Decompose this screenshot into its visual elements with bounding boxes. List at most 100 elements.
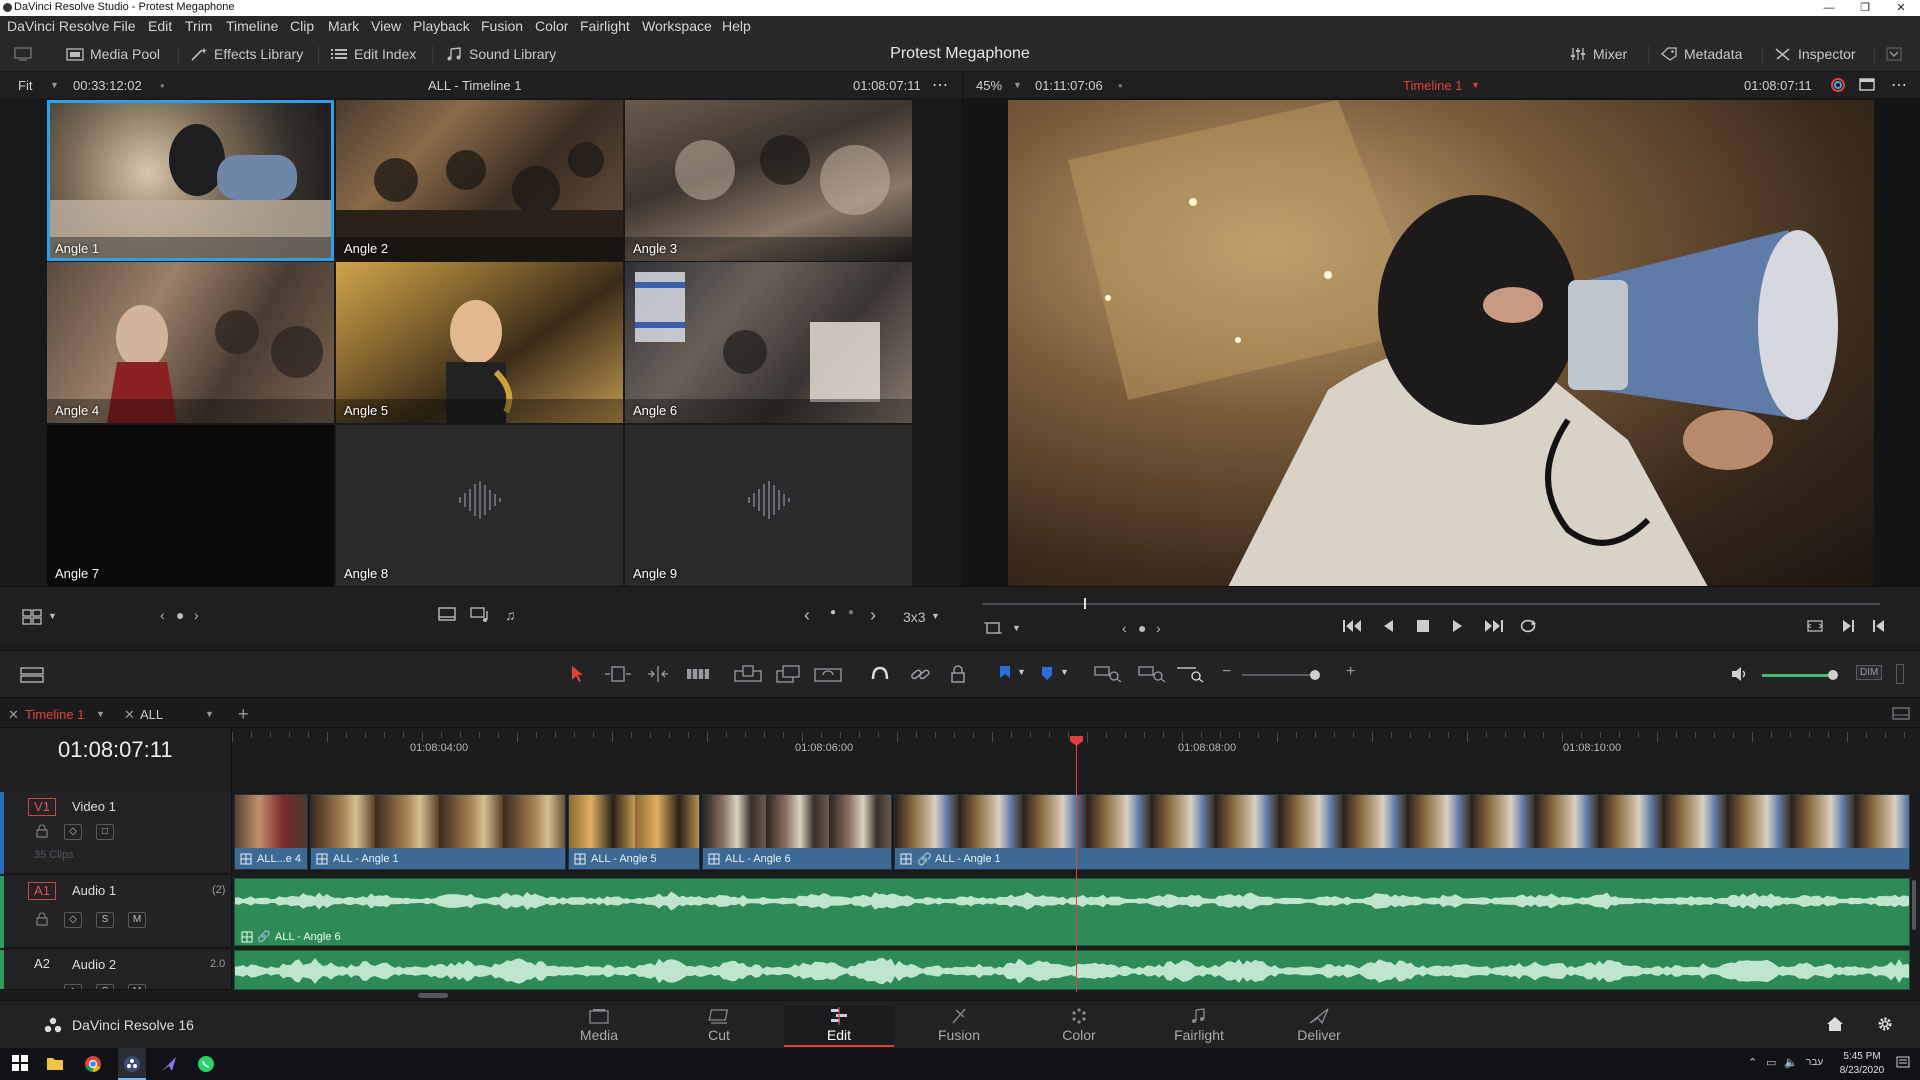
windows-start-icon[interactable] — [12, 1055, 30, 1073]
page-fusion[interactable]: Fusion — [904, 1005, 1014, 1047]
page-edit[interactable]: Edit — [784, 1005, 894, 1047]
play-icon[interactable] — [1452, 619, 1464, 633]
menu-playback[interactable]: Playback — [413, 18, 470, 34]
close-tab-icon[interactable]: ✕ — [124, 707, 135, 723]
media-pool-button[interactable]: Media Pool — [66, 44, 160, 64]
sound-library-button[interactable]: Sound Library — [445, 44, 556, 64]
menu-view[interactable]: View — [371, 18, 401, 34]
davinci-resolve-taskbar-icon[interactable] — [123, 1055, 141, 1073]
video-clip[interactable]: ALL - Angle 6 — [702, 794, 892, 870]
source-viewer-title[interactable]: ALL - Timeline 1 — [428, 78, 521, 93]
source-zoom-select[interactable]: Fit — [18, 78, 32, 93]
panel-toggle-icon[interactable] — [14, 44, 32, 64]
chevron-down-icon[interactable]: ▼ — [50, 80, 59, 90]
dynamic-trim-icon[interactable] — [646, 665, 670, 683]
page-fairlight[interactable]: Fairlight — [1144, 1005, 1254, 1047]
more-options-icon[interactable]: ⋯ — [932, 75, 948, 95]
viewer-mode-icon[interactable] — [1859, 78, 1875, 91]
restore-icon[interactable]: ❐ — [1848, 0, 1882, 16]
program-viewer[interactable] — [962, 98, 1920, 587]
stop-icon[interactable] — [1416, 619, 1430, 633]
gear-icon[interactable] — [1876, 1015, 1894, 1033]
position-lock-icon[interactable] — [950, 665, 966, 683]
video-clip[interactable]: ALL - Angle 5 — [568, 794, 700, 870]
inspector-button[interactable]: Inspector — [1774, 44, 1856, 64]
chevron-down-icon[interactable]: ▼ — [48, 611, 57, 621]
next-edit-icon[interactable] — [1842, 619, 1856, 633]
angle-cell-2[interactable]: Angle 2 — [336, 100, 623, 261]
replace-clip-icon[interactable] — [814, 665, 842, 683]
selection-mode-icon[interactable] — [570, 665, 584, 683]
mute-button[interactable]: M — [128, 984, 146, 989]
menu-mark[interactable]: Mark — [328, 18, 359, 34]
menu-edit[interactable]: Edit — [148, 18, 172, 34]
auto-select-icon[interactable]: ◇ — [64, 824, 82, 840]
page-cut[interactable]: Cut — [664, 1005, 774, 1047]
match-frame-icon[interactable] — [1806, 619, 1824, 633]
clock-date[interactable]: 8/23/2020 — [1836, 1065, 1888, 1076]
chevron-down-icon[interactable]: ▼ — [1013, 80, 1022, 90]
dim-button[interactable]: DIM — [1856, 665, 1883, 680]
track-name-a2[interactable]: Audio 2 — [72, 957, 116, 972]
menu-davinci-resolve[interactable]: DaVinci Resolve — [7, 18, 109, 34]
scrubber-playhead[interactable] — [1084, 598, 1086, 609]
zoom-custom-icon[interactable] — [1176, 665, 1204, 683]
home-icon[interactable] — [1826, 1016, 1844, 1032]
overwrite-clip-icon[interactable] — [776, 665, 800, 683]
marker-icon[interactable] — [1040, 665, 1054, 683]
track-id-v1[interactable]: V1 — [28, 798, 56, 816]
menu-fusion[interactable]: Fusion — [481, 18, 523, 34]
blade-icon[interactable] — [686, 665, 710, 683]
prev-page-icon[interactable]: ‹ — [804, 605, 810, 626]
video-clip[interactable]: ALL - Angle 1 🔗 — [894, 794, 1910, 870]
snapping-icon[interactable] — [870, 665, 890, 683]
scrollbar-thumb[interactable] — [418, 993, 448, 998]
volume-slider[interactable] — [1762, 674, 1832, 677]
mute-button[interactable]: M — [128, 912, 146, 928]
prev-clip-icon[interactable]: ‹ — [1122, 620, 1127, 636]
file-explorer-icon[interactable] — [46, 1055, 64, 1073]
grid-size-select[interactable]: 3x3 — [903, 609, 926, 625]
playhead-line[interactable] — [1076, 744, 1077, 992]
mixer-button[interactable]: Mixer — [1569, 44, 1627, 64]
play-reverse-icon[interactable] — [1382, 619, 1394, 633]
metadata-button[interactable]: Metadata — [1660, 44, 1742, 64]
page-color[interactable]: Color — [1024, 1005, 1134, 1047]
whatsapp-icon[interactable] — [197, 1055, 215, 1073]
zoom-detail-icon[interactable] — [1138, 665, 1166, 683]
chevron-down-icon[interactable]: ▼ — [1012, 623, 1021, 633]
page-media[interactable]: Media — [544, 1005, 654, 1047]
solo-button[interactable]: S — [96, 984, 114, 989]
menu-help[interactable]: Help — [722, 18, 751, 34]
tab-timeline-1[interactable]: Timeline 1 — [25, 707, 84, 722]
language-indicator[interactable]: עבר — [1806, 1057, 1823, 1068]
edit-index-button[interactable]: Edit Index — [330, 44, 416, 64]
zoom-in-icon[interactable]: + — [1346, 663, 1355, 681]
menu-clip[interactable]: Clip — [290, 18, 314, 34]
horizontal-scrollbar[interactable] — [234, 992, 1910, 1000]
speaker-icon[interactable]: 🔈 — [1784, 1056, 1798, 1069]
flag-icon[interactable] — [998, 665, 1012, 683]
chrome-icon[interactable] — [84, 1055, 102, 1073]
chevron-down-icon[interactable]: ▼ — [205, 709, 214, 719]
tab-all[interactable]: ALL — [140, 707, 163, 722]
close-icon[interactable]: ✕ — [1884, 0, 1918, 16]
linked-selection-icon[interactable] — [910, 665, 930, 683]
angle-cell-5[interactable]: Angle 5 — [336, 262, 623, 423]
angle-cell-7[interactable]: Angle 7 — [47, 425, 334, 586]
track-id-a2[interactable]: A2 — [28, 956, 56, 974]
program-timeline-name[interactable]: Timeline 1 — [1403, 78, 1462, 93]
network-icon[interactable]: ▭ — [1766, 1056, 1776, 1069]
menu-fairlight[interactable]: Fairlight — [580, 18, 630, 34]
app-icon[interactable] — [160, 1055, 178, 1073]
audio-clip-a2[interactable] — [234, 950, 1910, 990]
timeline-view-options-icon[interactable] — [20, 667, 44, 683]
angle-cell-9[interactable]: Angle 9 — [625, 425, 912, 586]
angle-cell-6[interactable]: Angle 6 — [625, 262, 912, 423]
chevron-down-icon[interactable]: ▼ — [1471, 80, 1480, 90]
prev-angle-icon[interactable]: ‹ — [160, 607, 165, 623]
angle-cell-8[interactable]: Angle 8 — [336, 425, 623, 586]
loop-icon[interactable] — [1518, 618, 1538, 634]
menu-file[interactable]: File — [113, 18, 136, 34]
menu-workspace[interactable]: Workspace — [642, 18, 712, 34]
